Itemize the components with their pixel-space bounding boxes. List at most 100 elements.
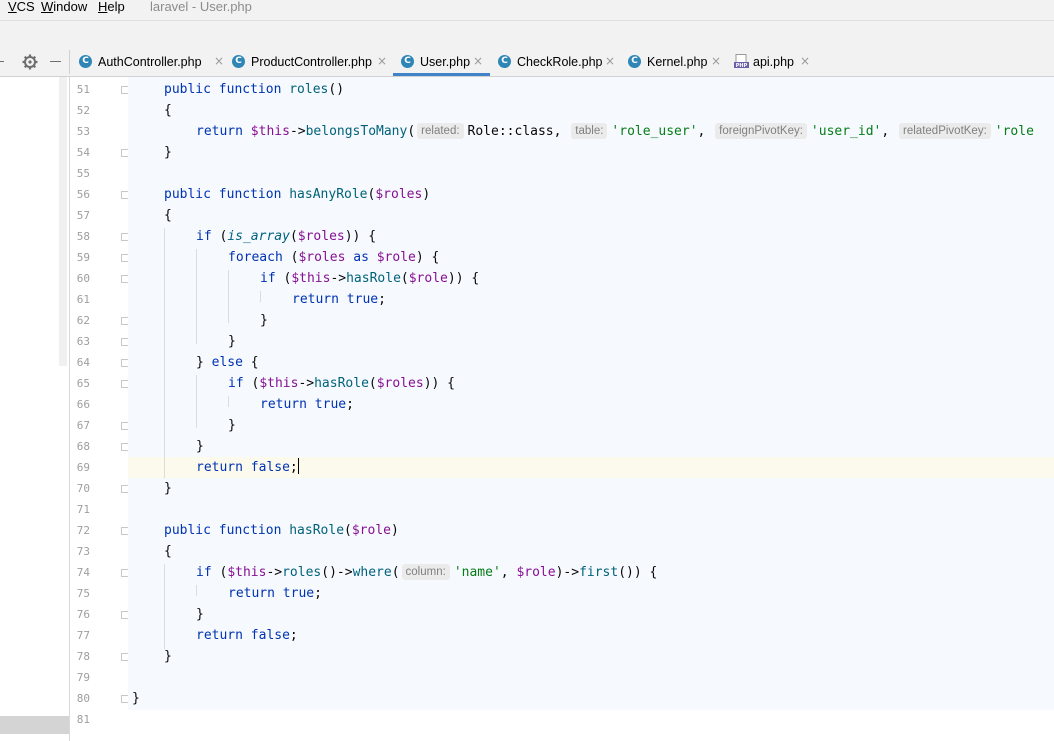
line-number: 64 xyxy=(76,356,90,369)
line-number-gutter: 51 52 53 54 55 56 57 58 59 60 61 62 63 6… xyxy=(70,77,129,741)
code-line-61: return true; xyxy=(292,292,386,307)
line-number: 67 xyxy=(76,419,90,432)
code-line-73: { xyxy=(164,544,172,559)
panel-scroll-track xyxy=(59,77,67,366)
line-number: 58 xyxy=(76,230,90,243)
close-icon[interactable]: × xyxy=(711,54,721,68)
code-line-56: public function hasAnyRole($roles) xyxy=(164,187,431,202)
indent-guide xyxy=(196,375,197,428)
line-number: 76 xyxy=(76,608,90,621)
line-number: 56 xyxy=(76,188,90,201)
code-line-51: public function roles() xyxy=(164,82,345,97)
code-line-70: } xyxy=(164,481,172,496)
line-number: 61 xyxy=(76,293,90,306)
menu-window[interactable]: Window xyxy=(41,0,87,14)
parameter-hint: relatedPivotKey: xyxy=(899,123,991,139)
tab-label: api.php xyxy=(753,55,795,69)
line-number: 62 xyxy=(76,314,90,327)
code-line-80: } xyxy=(132,691,140,706)
close-icon[interactable]: × xyxy=(214,54,224,68)
line-number: 70 xyxy=(76,482,90,495)
code-line-65: if ($this->hasRole($roles)) { xyxy=(228,376,456,391)
tab-label: AuthController.php xyxy=(98,55,202,69)
code-line-59: foreach ($roles as $role) { xyxy=(228,250,440,265)
line-number: 59 xyxy=(76,251,90,264)
line-number: 54 xyxy=(76,146,90,159)
line-number: 71 xyxy=(76,503,90,516)
editor-tab-bar: C AuthController.php × C ProductControll… xyxy=(0,48,1054,77)
class-icon: C xyxy=(498,55,511,68)
panel-edge-icon xyxy=(0,61,4,62)
code-line-72: public function hasRole($role) xyxy=(164,523,399,538)
parameter-hint: foreignPivotKey: xyxy=(715,123,807,139)
line-number: 74 xyxy=(76,566,90,579)
gear-icon[interactable] xyxy=(21,53,39,71)
php-file-icon: PHP xyxy=(734,54,749,69)
indent-guide xyxy=(164,228,165,478)
tab-label: Kernel.php xyxy=(647,55,708,69)
code-line-69: return false; xyxy=(196,458,300,475)
tab-label: ProductController.php xyxy=(251,55,372,69)
line-number: 69 xyxy=(76,461,90,474)
code-line-57: { xyxy=(164,208,172,223)
close-icon[interactable]: × xyxy=(473,54,483,68)
line-number: 77 xyxy=(76,629,90,642)
code-line-78: } xyxy=(164,649,172,664)
line-number: 68 xyxy=(76,440,90,453)
indent-guide xyxy=(260,291,261,302)
line-number: 55 xyxy=(76,167,90,180)
line-number: 81 xyxy=(76,713,90,726)
line-number: 79 xyxy=(76,671,90,684)
menu-vcs[interactable]: VCS xyxy=(8,0,35,14)
code-line-52: { xyxy=(164,103,172,118)
tab-authcontroller[interactable]: C AuthController.php × xyxy=(79,48,229,76)
indent-guide xyxy=(164,564,165,649)
horizontal-scrollbar[interactable] xyxy=(0,716,69,734)
tab-api[interactable]: PHP api.php × xyxy=(734,48,814,76)
code-line-67: } xyxy=(228,418,236,433)
code-line-68: } xyxy=(196,439,204,454)
close-icon[interactable]: × xyxy=(605,54,615,68)
code-line-54: } xyxy=(164,145,172,160)
line-number: 73 xyxy=(76,545,90,558)
code-line-58: if (is_array($roles)) { xyxy=(196,229,377,244)
class-icon: C xyxy=(628,55,641,68)
line-number: 75 xyxy=(76,587,90,600)
code-line-63: } xyxy=(228,334,236,349)
close-icon[interactable]: × xyxy=(377,54,387,68)
window-title: laravel - User.php xyxy=(150,0,252,14)
hide-panel-icon[interactable] xyxy=(50,61,61,62)
text-caret xyxy=(297,458,300,474)
tab-label: User.php xyxy=(420,55,471,69)
indent-guide xyxy=(196,585,197,596)
tab-user[interactable]: C User.php × xyxy=(393,48,490,76)
line-number: 65 xyxy=(76,377,90,390)
code-line-64: } else { xyxy=(196,355,259,370)
indent-guide xyxy=(228,396,229,407)
class-icon: C xyxy=(401,55,414,68)
parameter-hint: related: xyxy=(417,123,464,139)
tab-productcontroller[interactable]: C ProductController.php × xyxy=(232,48,392,76)
line-number: 80 xyxy=(76,692,90,705)
tab-separator xyxy=(69,50,70,74)
code-editor[interactable]: public function roles() { return $this->… xyxy=(128,77,1054,741)
code-line-53: return $this->belongsToMany(related: Role… xyxy=(196,123,1034,139)
indent-guide xyxy=(196,249,197,344)
svg-text:PHP: PHP xyxy=(736,63,748,69)
code-line-62: } xyxy=(260,313,268,328)
code-line-60: if ($this->hasRole($role)) { xyxy=(260,271,480,286)
menu-help[interactable]: Help xyxy=(98,0,125,14)
line-number: 52 xyxy=(76,104,90,117)
line-number: 66 xyxy=(76,398,90,411)
code-line-77: return false; xyxy=(196,628,298,643)
class-icon: C xyxy=(232,55,245,68)
code-line-76: } xyxy=(196,607,204,622)
tab-kernel[interactable]: C Kernel.php × xyxy=(628,48,728,76)
code-line-66: return true; xyxy=(260,397,354,412)
project-panel xyxy=(0,77,70,741)
indent-guide xyxy=(228,270,229,323)
tab-checkrole[interactable]: C CheckRole.php × xyxy=(498,48,618,76)
line-number: 53 xyxy=(76,125,90,138)
code-line-75: return true; xyxy=(228,586,322,601)
close-icon[interactable]: × xyxy=(800,54,810,68)
